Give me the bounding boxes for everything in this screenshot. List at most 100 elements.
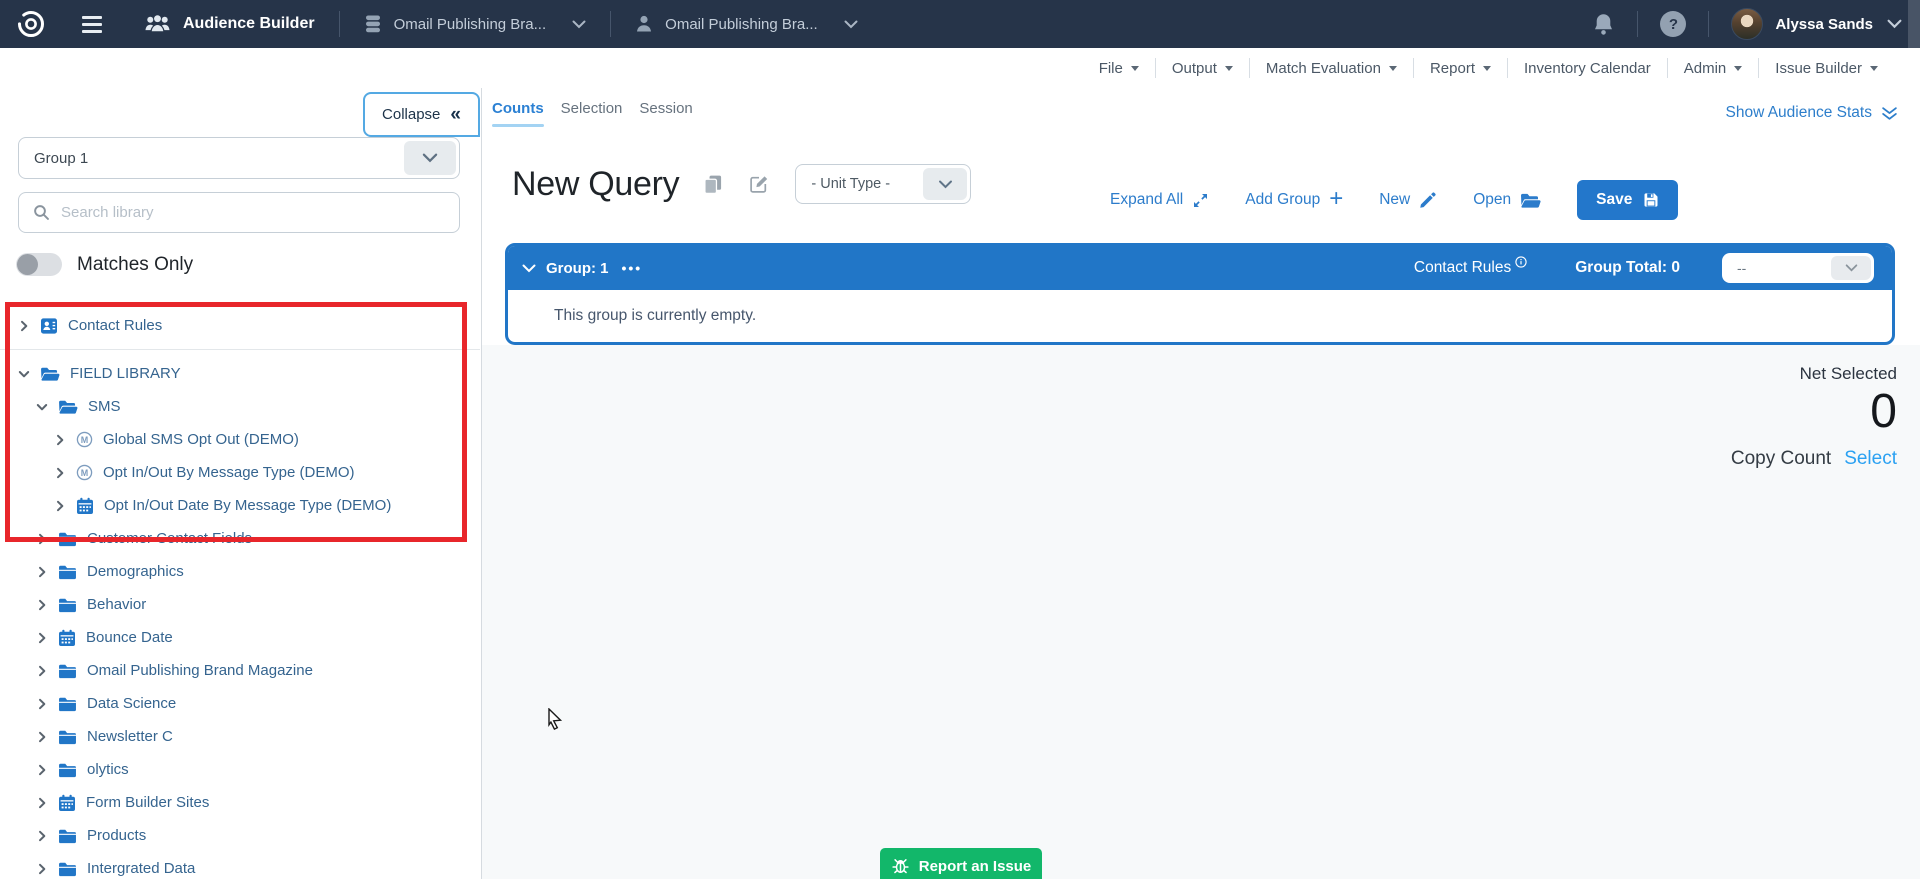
chevron-right-icon[interactable] [18, 320, 30, 332]
contact-rules-link[interactable]: Contact Rules [1414, 259, 1527, 277]
search-icon [33, 204, 50, 221]
tree-item-contact-rules[interactable]: Contact Rules [0, 309, 480, 342]
menu-item-admin[interactable]: Admin [1668, 60, 1759, 77]
group-total: Group Total: 0 [1575, 259, 1680, 277]
chevron-down-icon[interactable] [1887, 19, 1902, 29]
add-group-button[interactable]: Add Group + [1245, 189, 1343, 211]
calendar-icon [76, 497, 94, 515]
chevron-right-icon[interactable] [36, 665, 48, 677]
chevron-right-icon[interactable] [36, 764, 48, 776]
caret-down-icon [1225, 66, 1233, 71]
chevron-down-icon[interactable] [404, 141, 456, 175]
help-icon[interactable]: ? [1660, 11, 1686, 37]
menu-item-inventory-calendar[interactable]: Inventory Calendar [1508, 60, 1667, 77]
menu-item-issue-builder[interactable]: Issue Builder [1759, 60, 1894, 77]
profile-selector[interactable]: Omail Publishing Bra... [635, 14, 858, 34]
chevron-right-icon[interactable] [36, 863, 48, 875]
calendar-icon [58, 794, 76, 812]
tree-item-olytics[interactable]: olytics [0, 753, 480, 786]
tab-selection[interactable]: Selection [561, 100, 623, 127]
menu-item-output[interactable]: Output [1156, 60, 1249, 77]
tree-item-global-sms-opt-out-demo[interactable]: MGlobal SMS Opt Out (DEMO) [0, 423, 480, 456]
folder-icon [58, 696, 77, 712]
folder-icon [58, 729, 77, 745]
caret-down-icon [1131, 66, 1139, 71]
hamburger-menu-icon[interactable] [82, 16, 102, 33]
save-button[interactable]: Save [1577, 180, 1678, 220]
chevron-right-icon[interactable] [36, 533, 48, 545]
scrollbar-track[interactable] [1908, 0, 1920, 48]
database-selector[interactable]: Omail Publishing Bra... [364, 14, 587, 34]
chevron-down-icon[interactable] [36, 401, 48, 413]
tree-item-bounce-date[interactable]: Bounce Date [0, 621, 480, 654]
tree-item-newsletter-c[interactable]: Newsletter C [0, 720, 480, 753]
field-library-sidebar: Collapse « Group 1 Matches Only Contact … [0, 88, 482, 879]
chevron-down-icon[interactable] [18, 368, 30, 380]
tree-item-behavior[interactable]: Behavior [0, 588, 480, 621]
chevron-down-icon[interactable] [1831, 256, 1871, 280]
tree-item-omail-publishing-brand-magazine[interactable]: Omail Publishing Brand Magazine [0, 654, 480, 687]
show-audience-stats-link[interactable]: Show Audience Stats [1726, 104, 1899, 122]
chevron-down-icon[interactable] [923, 168, 967, 200]
group-menu-dots[interactable]: ••• [622, 260, 643, 276]
chevron-right-icon[interactable] [54, 500, 66, 512]
tree-item-field-library[interactable]: FIELD LIBRARY [0, 357, 480, 390]
open-query-button[interactable]: Open [1473, 191, 1541, 209]
chevron-right-icon[interactable] [36, 797, 48, 809]
tree-item-customer-contact-fields[interactable]: Customer Contact Fields [0, 522, 480, 555]
database-icon [364, 14, 382, 34]
copy-count-select-link[interactable]: Select [1844, 448, 1897, 470]
tree-item-intergrated-data[interactable]: Intergrated Data [0, 852, 480, 879]
matches-only-toggle[interactable] [16, 253, 62, 276]
notifications-bell-icon[interactable] [1592, 12, 1615, 37]
edit-query-icon[interactable] [749, 174, 769, 194]
info-icon [1515, 256, 1527, 268]
app-logo-icon[interactable] [16, 9, 46, 39]
search-input[interactable] [61, 204, 445, 221]
audience-people-icon [144, 14, 171, 34]
chevron-down-icon [844, 20, 858, 29]
topbar: Audience Builder Omail Publishing Bra... [0, 0, 1920, 48]
main-content: Counts Selection Session Show Audience Sta… [482, 88, 1920, 879]
chevron-right-icon[interactable] [36, 830, 48, 842]
group-selector-value: Group 1 [19, 150, 401, 167]
unit-type-selector[interactable]: - Unit Type - [795, 164, 971, 204]
user-avatar[interactable] [1731, 8, 1763, 40]
folder-open-icon [40, 366, 60, 382]
tree-item-opt-in-out-date-by-message-type-demo[interactable]: Opt In/Out Date By Message Type (DEMO) [0, 489, 480, 522]
menu-item-file[interactable]: File [1083, 60, 1155, 77]
menu-item-label: Output [1172, 60, 1217, 77]
tree-item-demographics[interactable]: Demographics [0, 555, 480, 588]
chevron-right-icon[interactable] [36, 566, 48, 578]
menu-item-report[interactable]: Report [1414, 60, 1507, 77]
topbar-divider [1637, 11, 1638, 37]
group-selector[interactable]: Group 1 [18, 137, 460, 179]
svg-text:M: M [81, 435, 88, 445]
tree-item-sms[interactable]: SMS [0, 390, 480, 423]
chevron-right-icon[interactable] [36, 698, 48, 710]
report-issue-button[interactable]: Report an Issue [880, 848, 1042, 879]
copy-query-icon[interactable] [703, 174, 723, 195]
chevron-right-icon[interactable] [36, 632, 48, 644]
new-query-button[interactable]: New [1379, 191, 1437, 209]
menu-item-match-evaluation[interactable]: Match Evaluation [1250, 60, 1413, 77]
collapse-sidebar-button[interactable]: Collapse « [363, 92, 480, 137]
tab-session[interactable]: Session [639, 100, 692, 127]
menu-item-label: Inventory Calendar [1524, 60, 1651, 77]
chevron-right-icon[interactable] [36, 731, 48, 743]
expand-all-button[interactable]: Expand All [1110, 191, 1209, 209]
chevron-down-icon [572, 20, 586, 29]
chevron-down-icon[interactable] [522, 264, 536, 273]
group-operator-selector[interactable]: -- [1722, 253, 1874, 283]
tree-item-products[interactable]: Products [0, 819, 480, 852]
chevron-right-icon[interactable] [54, 434, 66, 446]
view-tabs: Counts Selection Session [492, 100, 693, 127]
tree-item-opt-in-out-by-message-type-demo[interactable]: MOpt In/Out By Message Type (DEMO) [0, 456, 480, 489]
tree-item-form-builder-sites[interactable]: Form Builder Sites [0, 786, 480, 819]
tab-counts[interactable]: Counts [492, 100, 544, 127]
tree-item-data-science[interactable]: Data Science [0, 687, 480, 720]
chevron-right-icon[interactable] [54, 467, 66, 479]
net-selected-label: Net Selected [1800, 364, 1897, 384]
tree-item-label: Opt In/Out By Message Type (DEMO) [103, 464, 354, 481]
chevron-right-icon[interactable] [36, 599, 48, 611]
